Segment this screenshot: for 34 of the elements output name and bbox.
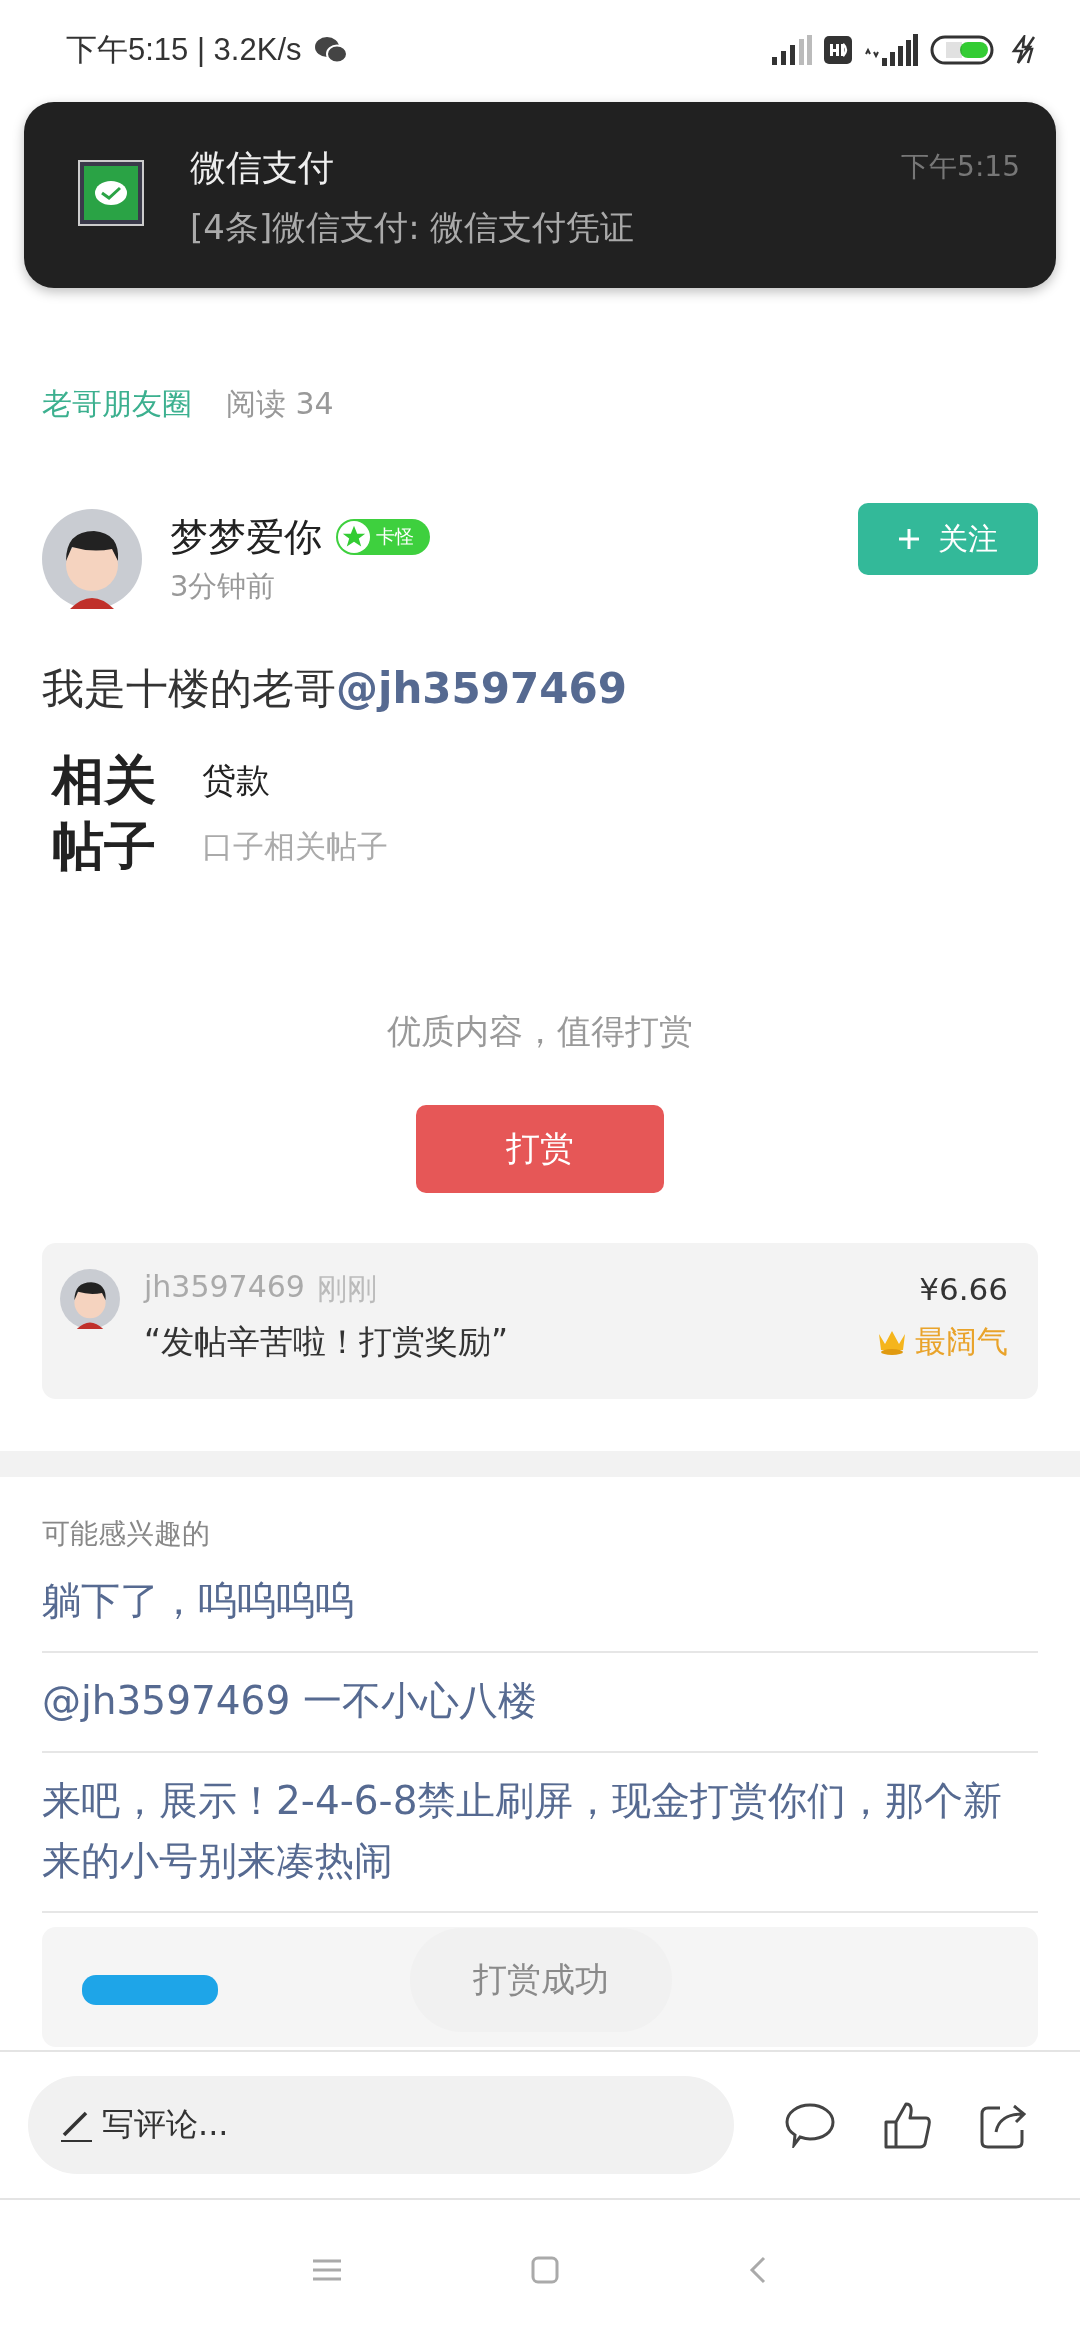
related-logo: 相关帖子	[50, 748, 157, 878]
notification-time: 下午5:15	[901, 149, 1020, 185]
reward-prompt: 优质内容，值得打赏	[386, 1010, 694, 1053]
notification-banner[interactable]: 微信支付 [4条]微信支付: 微信支付凭证 下午5:15	[24, 102, 1056, 288]
related-link[interactable]: 贷款	[202, 758, 388, 804]
avatar[interactable]	[60, 1269, 120, 1329]
toast: 打赏成功	[410, 1928, 672, 2032]
like-icon[interactable]	[882, 2100, 932, 2150]
avatar[interactable]	[42, 509, 142, 609]
reward-button[interactable]: 打赏	[416, 1105, 664, 1193]
reward-message: “发帖辛苦啦！打赏奖励”	[144, 1321, 510, 1363]
reward-tag: 最阔气	[915, 1321, 1008, 1363]
read-count: 阅读 34	[226, 385, 334, 423]
plus-icon	[898, 528, 920, 550]
notification-message: [4条]微信支付: 微信支付凭证	[190, 206, 636, 249]
notification-title: 微信支付	[190, 146, 335, 190]
comment-field[interactable]: 写评论...	[28, 2076, 734, 2174]
section-heading: 可能感兴趣的	[42, 1516, 211, 1552]
reward-time: 刚刚	[316, 1270, 377, 1308]
recommended-post[interactable]: @jh3597469 一不小心八楼	[42, 1653, 1038, 1753]
chat-icon	[313, 36, 348, 64]
post-text: 我是十楼的老哥@jh3597469	[42, 663, 628, 715]
reward-amount: ¥6.66	[919, 1271, 1008, 1307]
level-badge: 卡怪	[336, 519, 430, 555]
recommended-post[interactable]: 来吧，展示！2-4-6-8禁止刷屏，现金打赏你们，那个新来的小号别来凑热闹	[42, 1753, 1038, 1913]
recommended-post[interactable]: 躺下了，呜呜呜呜	[42, 1553, 1038, 1653]
post-time: 3分钟前	[170, 567, 277, 605]
signal-icon	[864, 34, 918, 66]
author-name[interactable]: 梦梦爱你	[170, 511, 322, 563]
app-icon	[78, 160, 144, 226]
signal-icon	[772, 35, 812, 65]
comment-icon[interactable]	[784, 2102, 836, 2148]
status-text: 下午5:15 | 3.2K/s	[66, 31, 302, 69]
hd-icon	[824, 36, 852, 64]
